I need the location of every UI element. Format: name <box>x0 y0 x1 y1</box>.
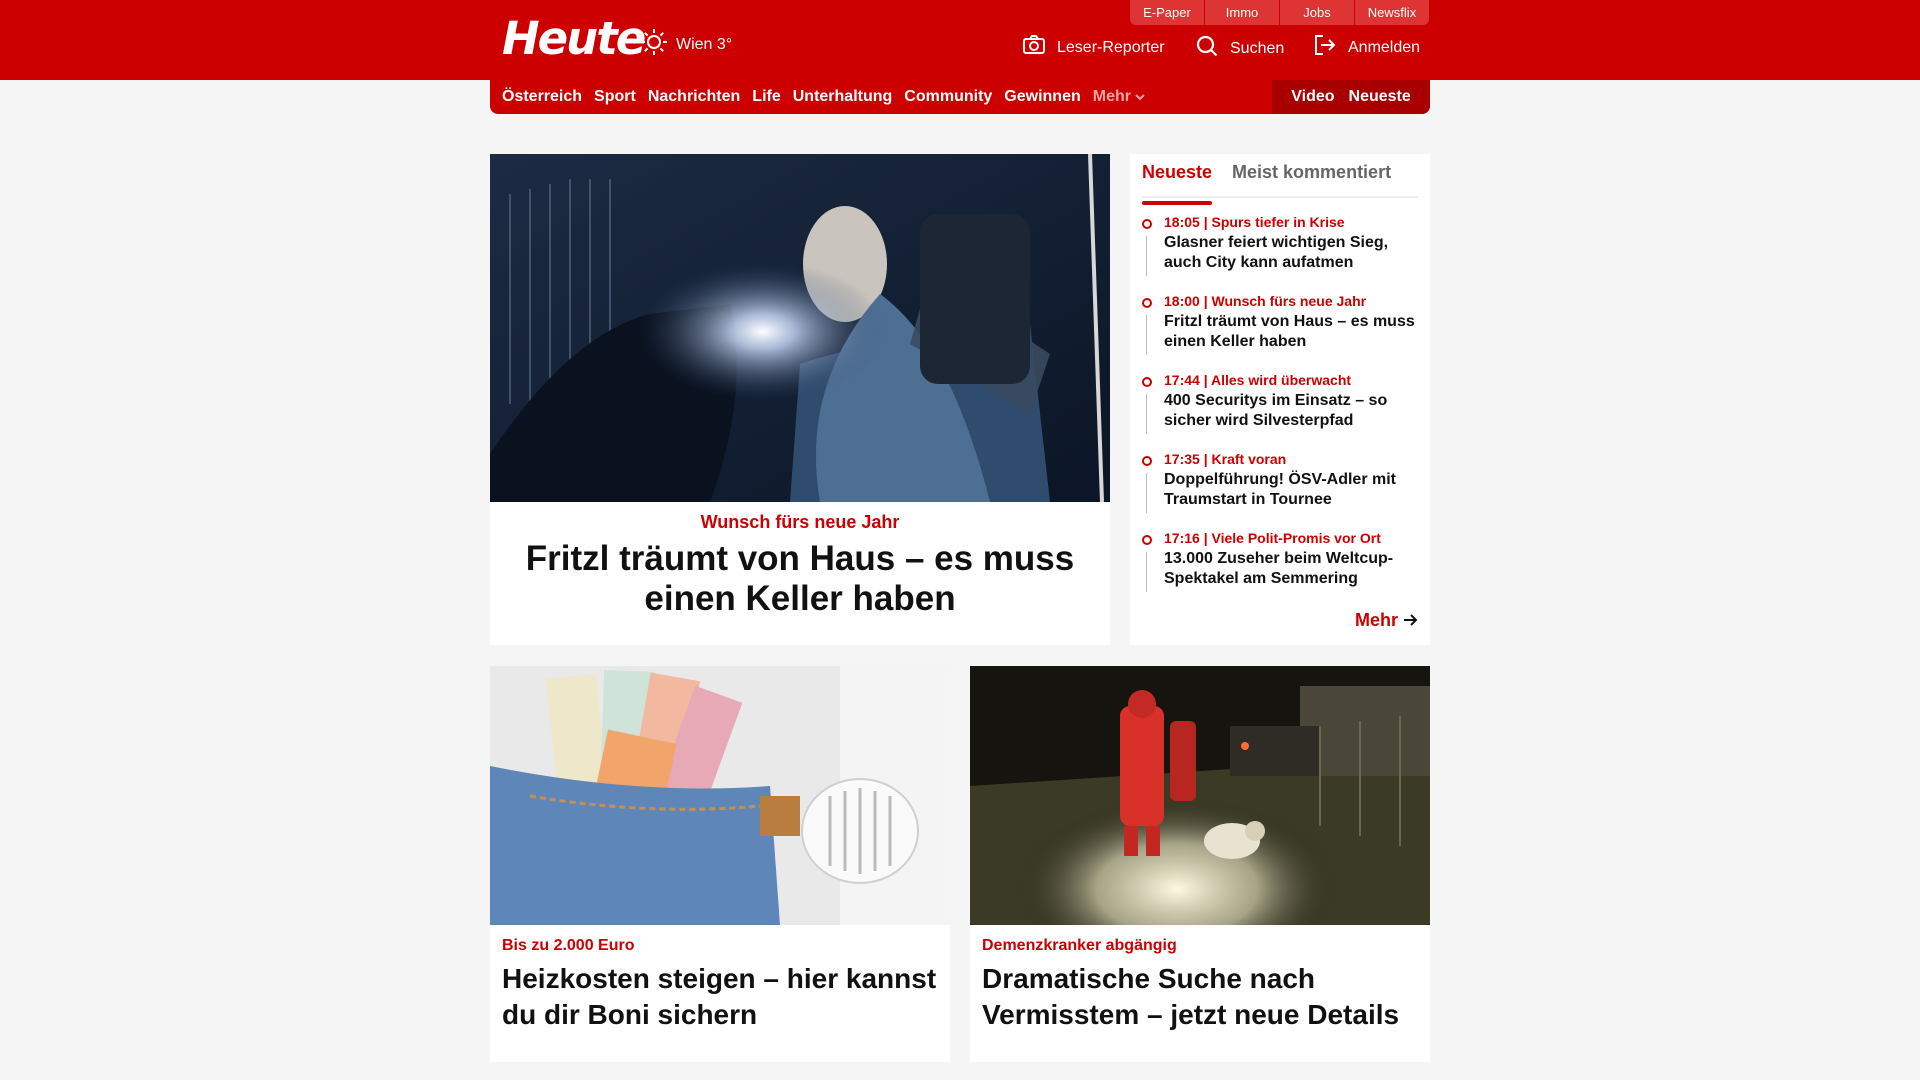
hero-headline[interactable]: Fritzl träumt von Haus – es muss einen K… <box>502 539 1098 619</box>
timeline-dot-icon <box>1142 219 1152 229</box>
news-time: 18:05 <box>1164 214 1200 230</box>
news-list: 18:05 | Spurs tiefer in Krise Glasner fei… <box>1142 214 1418 609</box>
nav-more-dropdown[interactable]: Mehr <box>1093 88 1145 106</box>
article-headline[interactable]: Dramatische Suche nach Vermisstem – jetz… <box>982 961 1418 1033</box>
news-meta: 17:44 | Alles wird überwacht <box>1164 372 1352 388</box>
timeline-dot-icon <box>1142 535 1152 545</box>
hero-image[interactable] <box>490 154 1110 502</box>
news-title[interactable]: Doppelführung! ÖSV-Adler mit Traumstart … <box>1164 470 1418 510</box>
hero-kicker: Wunsch fürs neue Jahr <box>700 512 900 532</box>
more-news-label: Mehr <box>1354 610 1398 630</box>
news-meta: 18:05 | Spurs tiefer in Krise <box>1164 214 1345 230</box>
article-text-heizkosten: Bis zu 2.000 Euro Heizkosten steigen – h… <box>490 925 950 1033</box>
news-item[interactable]: 18:00 | Wunsch fürs neue Jahr Fritzl träu… <box>1142 293 1418 372</box>
nav-item-video[interactable]: Video <box>1291 88 1334 106</box>
news-topic: Alles wird überwacht <box>1211 372 1352 388</box>
timeline-line <box>1146 473 1147 513</box>
news-topic: Spurs tiefer in Krise <box>1211 214 1345 230</box>
heute-logo[interactable]: Heute <box>502 12 646 65</box>
news-time: 18:00 <box>1164 293 1200 309</box>
article-kicker: Demenzkranker abgängig <box>982 937 1177 954</box>
article-image-vermisster[interactable] <box>970 666 1430 925</box>
leser-reporter-label: Leser-Reporter <box>1057 38 1165 56</box>
nav-item-community[interactable]: Community <box>904 88 992 106</box>
timeline-dot-icon <box>1142 377 1152 387</box>
news-topic: Wunsch fürs neue Jahr <box>1211 293 1367 309</box>
login-icon <box>1314 35 1348 60</box>
nav-item-oesterreich[interactable]: Österreich <box>502 88 582 106</box>
timeline-line <box>1146 394 1147 434</box>
news-meta: 17:35 | Kraft voran <box>1164 451 1287 467</box>
news-item[interactable]: 17:35 | Kraft voran Doppelführung! ÖSV-Ad… <box>1142 451 1418 530</box>
nav-item-unterhaltung[interactable]: Unterhaltung <box>793 88 893 106</box>
news-item[interactable]: 18:05 | Spurs tiefer in Krise Glasner fei… <box>1142 214 1418 293</box>
timeline-dot-icon <box>1142 298 1152 308</box>
timeline-line <box>1146 552 1147 592</box>
login-label: Anmelden <box>1348 38 1421 56</box>
nav-item-life[interactable]: Life <box>752 88 780 106</box>
news-topic: Viele Polit-Promis vor Ort <box>1211 530 1381 546</box>
news-time: 17:16 <box>1164 530 1200 546</box>
site-header: Heute Wien 3° E-Paper Immo Jobs Newsflix… <box>0 0 1920 80</box>
news-meta: 17:16 | Viele Polit-Promis vor Ort <box>1164 530 1381 546</box>
sun-icon <box>640 28 676 61</box>
search-button[interactable]: Suchen <box>1196 35 1284 62</box>
more-news-link[interactable]: Mehr <box>1355 610 1418 631</box>
tab-neueste[interactable]: Neueste <box>1142 162 1213 205</box>
link-e-paper[interactable]: E-Paper <box>1130 0 1204 25</box>
news-tabs: Neueste Meist kommentiert <box>1142 154 1418 205</box>
camera-icon <box>1023 35 1057 60</box>
news-title[interactable]: 13.000 Zuseher beim Weltcup-Spektakel am… <box>1164 549 1418 589</box>
news-title[interactable]: Fritzl träumt von Haus – es muss einen K… <box>1164 312 1418 352</box>
top-links: E-Paper Immo Jobs Newsflix <box>1130 0 1429 25</box>
link-newsflix[interactable]: Newsflix <box>1355 0 1429 25</box>
news-title[interactable]: Glasner feiert wichtigen Sieg, auch City… <box>1164 233 1418 273</box>
search-label: Suchen <box>1230 39 1285 57</box>
news-item[interactable]: 17:16 | Viele Polit-Promis vor Ort 13.000… <box>1142 530 1418 609</box>
hero-article[interactable]: Wunsch fürs neue Jahr Fritzl träumt von … <box>490 154 1110 645</box>
nav-item-gewinnen[interactable]: Gewinnen <box>1004 88 1080 106</box>
news-title[interactable]: 400 Securitys im Einsatz – so sicher wir… <box>1164 391 1418 431</box>
weather-text: Wien 3° <box>676 35 733 53</box>
hero-text: Wunsch fürs neue Jahr Fritzl träumt von … <box>490 502 1110 619</box>
article-card-heizkosten[interactable]: Bis zu 2.000 Euro Heizkosten steigen – h… <box>490 666 950 1062</box>
article-card-vermisster[interactable]: Demenzkranker abgängig Dramatische Suche… <box>970 666 1430 1062</box>
nav-item-nachrichten[interactable]: Nachrichten <box>648 88 740 106</box>
timeline-dot-icon <box>1142 456 1152 466</box>
news-item[interactable]: 17:44 | Alles wird überwacht 400 Security… <box>1142 372 1418 451</box>
timeline-line <box>1146 236 1147 276</box>
article-headline[interactable]: Heizkosten steigen – hier kannst du dir … <box>502 961 938 1033</box>
login-button[interactable]: Anmelden <box>1314 35 1420 60</box>
news-time: 17:35 <box>1164 451 1200 467</box>
nav-item-sport[interactable]: Sport <box>594 88 636 106</box>
link-immo[interactable]: Immo <box>1205 0 1279 25</box>
timeline-line <box>1146 315 1147 355</box>
arrow-right-icon <box>1398 610 1418 631</box>
news-meta: 18:00 | Wunsch fürs neue Jahr <box>1164 293 1367 309</box>
nav-more-label: Mehr <box>1092 88 1131 105</box>
chevron-down-icon <box>1131 88 1145 106</box>
article-text-vermisster: Demenzkranker abgängig Dramatische Suche… <box>970 925 1430 1033</box>
search-icon <box>1196 35 1230 62</box>
nav-item-neueste[interactable]: Neueste <box>1349 88 1411 106</box>
main-navigation: Österreich Sport Nachrichten Life Unterh… <box>490 80 1430 114</box>
leser-reporter-button[interactable]: Leser-Reporter <box>1023 35 1165 60</box>
article-image-heizkosten[interactable] <box>490 666 950 925</box>
nav-right-section: Video Neueste <box>1272 80 1430 114</box>
article-kicker: Bis zu 2.000 Euro <box>502 937 635 954</box>
link-jobs[interactable]: Jobs <box>1280 0 1354 25</box>
news-time: 17:44 <box>1164 372 1200 388</box>
news-topic: Kraft voran <box>1211 451 1287 467</box>
latest-news-panel: Neueste Meist kommentiert 18:05 | Spurs … <box>1130 154 1430 645</box>
tab-meist-kommentiert[interactable]: Meist kommentiert <box>1232 162 1391 196</box>
weather-widget[interactable]: Wien 3° <box>640 28 732 61</box>
